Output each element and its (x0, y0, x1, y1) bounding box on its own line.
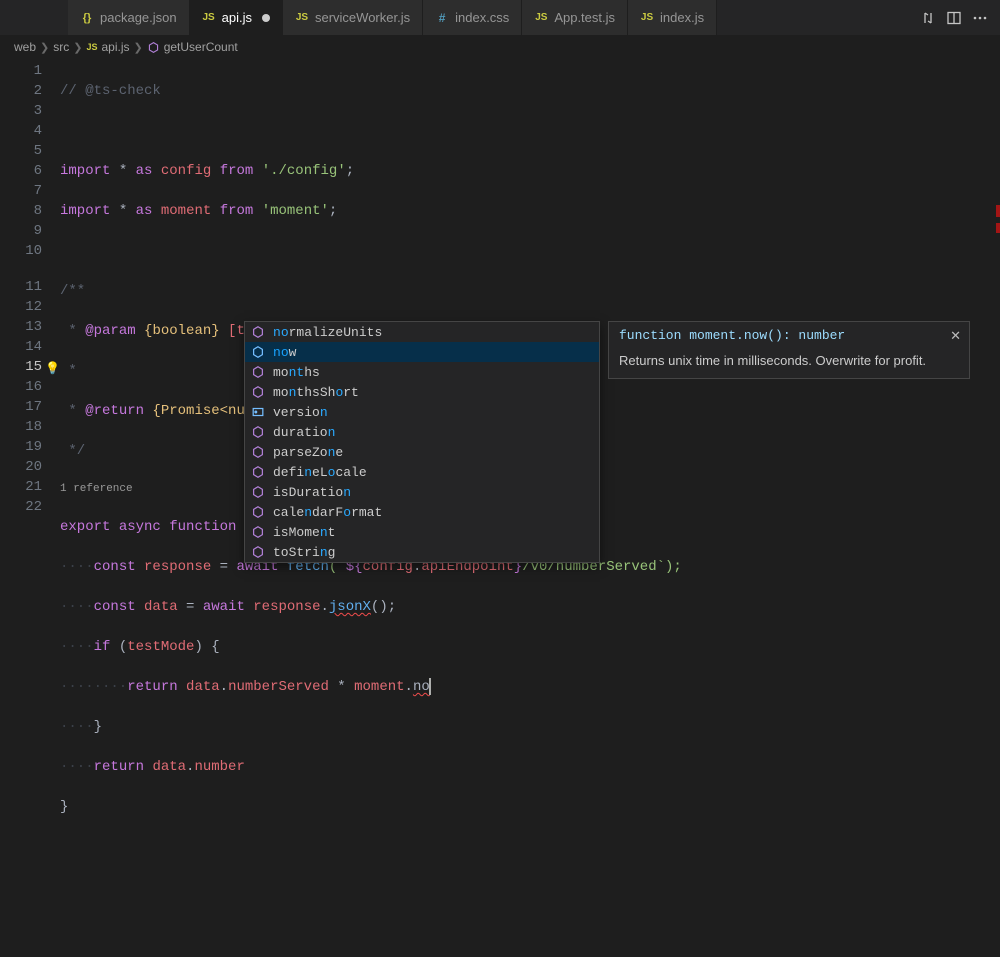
js-icon: JS (640, 11, 654, 25)
js-icon: JS (534, 11, 548, 25)
more-actions-icon[interactable] (972, 10, 988, 26)
constant-icon (251, 405, 267, 419)
method-icon (251, 345, 267, 359)
suggestion-item-isDuration[interactable]: isDuration (245, 482, 599, 502)
chevron-right-icon: ❯ (73, 41, 82, 54)
method-icon (251, 545, 267, 559)
tab-label: package.json (100, 10, 177, 25)
method-icon (251, 425, 267, 439)
tab-label: App.test.js (554, 10, 615, 25)
tabbar-spacer (0, 0, 68, 35)
suggestion-item-isMoment[interactable]: isMoment (245, 522, 599, 542)
suggestion-label: toString (273, 545, 335, 560)
lightbulb-icon[interactable]: 💡 (45, 359, 60, 379)
tab-index-css[interactable]: # index.css (423, 0, 522, 35)
method-icon (251, 485, 267, 499)
method-icon (251, 385, 267, 399)
method-icon (251, 505, 267, 519)
crumb[interactable]: getUserCount (164, 40, 238, 54)
suggestion-item-version[interactable]: version (245, 402, 599, 422)
suggestion-details: ✕ function moment.now(): number Returns … (608, 321, 970, 379)
suggestion-item-normalizeUnits[interactable]: normalizeUnits (245, 322, 599, 342)
close-icon[interactable]: ✕ (950, 328, 961, 344)
suggestion-item-now[interactable]: now (245, 342, 599, 362)
suggestion-item-toString[interactable]: toString (245, 542, 599, 562)
suggestion-label: now (273, 345, 296, 360)
chevron-right-icon: ❯ (133, 41, 142, 54)
dirty-indicator-icon (262, 14, 270, 22)
tab-app-test-js[interactable]: JS App.test.js (522, 0, 628, 35)
css-icon: # (435, 11, 449, 25)
suggestion-item-calendarFormat[interactable]: calendarFormat (245, 502, 599, 522)
suggestion-item-monthsShort[interactable]: monthsShort (245, 382, 599, 402)
tab-label: api.js (222, 10, 252, 25)
suggestion-label: isDuration (273, 485, 351, 500)
tab-label: index.js (660, 10, 704, 25)
method-icon (251, 445, 267, 459)
js-icon: JS (202, 11, 216, 25)
tab-index-js[interactable]: JS index.js (628, 0, 717, 35)
suggestion-item-parseZone[interactable]: parseZone (245, 442, 599, 462)
chevron-right-icon: ❯ (40, 41, 49, 54)
method-icon (251, 465, 267, 479)
crumb[interactable]: api.js (101, 40, 129, 54)
overview-ruler-error (996, 205, 1000, 217)
json-icon: {} (80, 11, 94, 25)
suggestion-item-duration[interactable]: duration (245, 422, 599, 442)
tab-label: serviceWorker.js (315, 10, 410, 25)
suggestion-label: calendarFormat (273, 505, 382, 520)
suggestion-label: version (273, 405, 328, 420)
breadcrumb[interactable]: web ❯ src ❯ JS api.js ❯ getUserCount (0, 35, 1000, 59)
suggestion-label: defineLocale (273, 465, 367, 480)
tab-bar: {} package.json JS api.js JS serviceWork… (0, 0, 1000, 35)
suggestion-item-defineLocale[interactable]: defineLocale (245, 462, 599, 482)
tab-label: index.css (455, 10, 509, 25)
tab-api-js[interactable]: JS api.js (190, 0, 283, 35)
js-icon: JS (295, 11, 309, 25)
tab-serviceworker-js[interactable]: JS serviceWorker.js (283, 0, 423, 35)
suggestion-label: months (273, 365, 320, 380)
suggestion-widget[interactable]: normalizeUnits now months monthsShort versio… (244, 321, 600, 563)
overview-ruler-error (996, 223, 1000, 233)
crumb[interactable]: web (14, 40, 36, 54)
text-cursor (429, 678, 431, 695)
split-editor-icon[interactable] (946, 10, 962, 26)
suggestion-label: normalizeUnits (273, 325, 382, 340)
suggestion-label: isMoment (273, 525, 335, 540)
tabbar-actions (908, 0, 1000, 35)
code-text: // @ts-check (60, 83, 161, 99)
crumb[interactable]: src (53, 40, 69, 54)
method-icon (147, 41, 160, 54)
line-number-gutter: 12345 678910 11121314 15💡 16171819 20212… (0, 59, 60, 631)
suggestion-label: monthsShort (273, 385, 359, 400)
description: Returns unix time in milliseconds. Overw… (619, 353, 959, 368)
js-icon: JS (86, 42, 97, 52)
method-icon (251, 525, 267, 539)
suggestion-label: duration (273, 425, 335, 440)
signature: function moment.now(): number (619, 328, 959, 343)
suggestion-label: parseZone (273, 445, 343, 460)
tab-package-json[interactable]: {} package.json (68, 0, 190, 35)
method-icon (251, 325, 267, 339)
compare-icon[interactable] (920, 10, 936, 26)
suggestion-item-months[interactable]: months (245, 362, 599, 382)
method-icon (251, 365, 267, 379)
